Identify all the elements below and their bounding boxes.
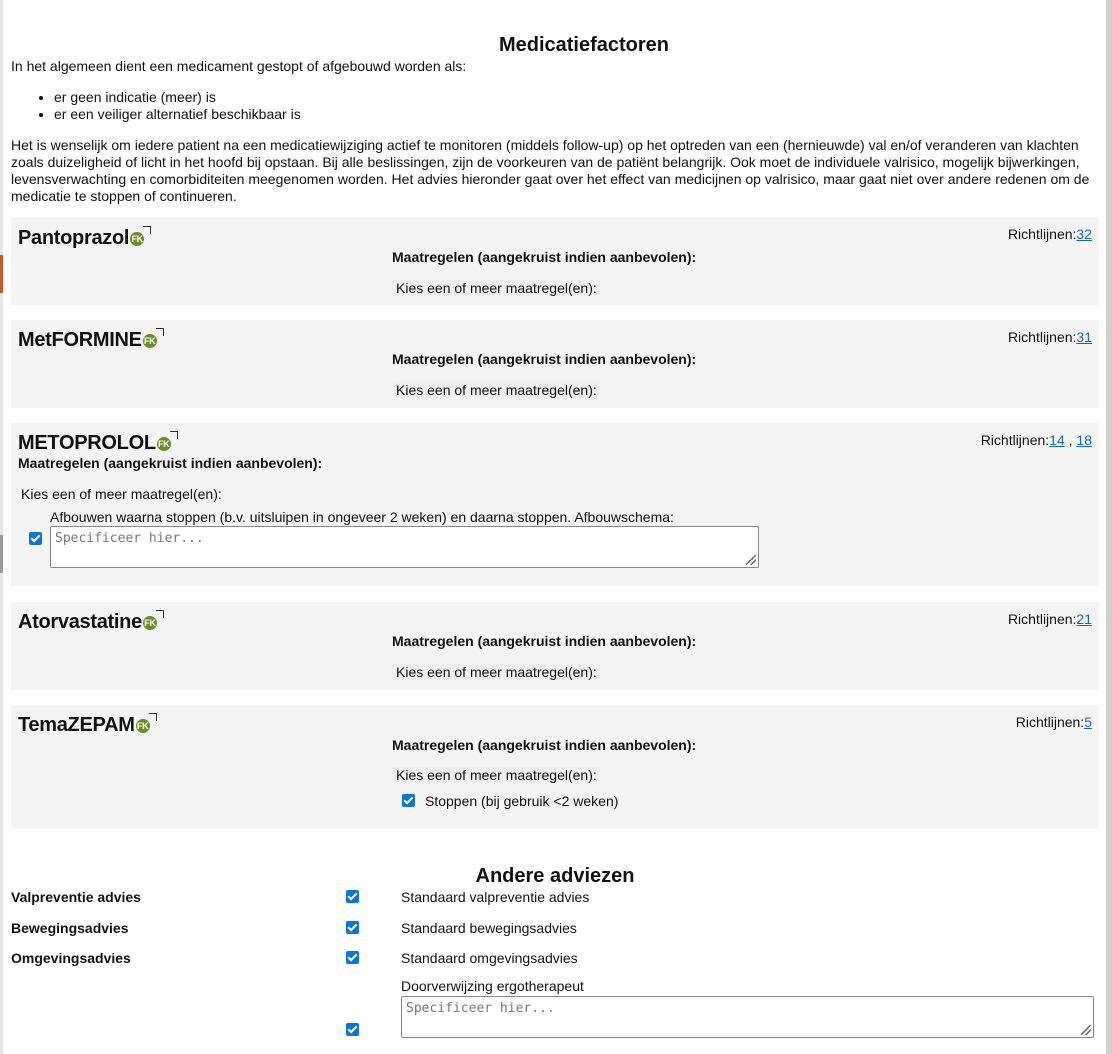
maatregelen-heading: Maatregelen (aangekruist indien aanbevol…	[392, 249, 697, 265]
medication-name: TemaZEPAM FK	[18, 712, 157, 737]
advice-label: Omgevingsadvies	[11, 950, 131, 966]
richtlijnen: Richtlijnen:31	[1007, 329, 1092, 345]
advice-value: Standaard valpreventie advies	[401, 889, 590, 905]
medication-name: MetFORMINE FK	[18, 327, 164, 352]
maatregelen-heading: Maatregelen (aangekruist indien aanbevol…	[392, 633, 697, 649]
richtlijnen: Richtlijnen:14 , 18	[980, 432, 1092, 448]
advice-checkbox[interactable]	[346, 921, 359, 934]
fk-info-icon[interactable]: FK	[135, 712, 157, 733]
section-title-other-advice: Andere adviezen	[475, 865, 635, 887]
maatregel-prompt: Kies een of meer maatregel(en):	[393, 280, 600, 296]
scrollbar[interactable]	[1106, 0, 1112, 1054]
medication-card-temazepam: TemaZEPAM FK Richtlijnen:5 Maatregelen (a…	[11, 705, 1099, 829]
resize-handle-icon[interactable]	[746, 555, 756, 565]
richtlijn-link[interactable]: 14	[1049, 432, 1065, 448]
edge-marker	[0, 535, 3, 573]
advice-value: Standaard bewegingsadvies	[401, 920, 577, 936]
medication-card-atorvastatine: Atorvastatine FK Richtlijnen:21 Maatregel…	[11, 602, 1099, 690]
maatregelen-heading: Maatregelen (aangekruist indien aanbevol…	[392, 351, 697, 367]
richtlijn-link[interactable]: 21	[1076, 611, 1092, 627]
maatregel-prompt: Kies een of meer maatregel(en):	[393, 382, 600, 398]
richtlijnen: Richtlijnen:5	[1015, 714, 1092, 730]
fk-info-icon[interactable]: FK	[142, 609, 164, 630]
advice-checkbox[interactable]	[346, 890, 359, 903]
advice-label: Valpreventie advies	[11, 889, 141, 905]
bullet-item: er geen indicatie (meer) is	[54, 89, 1099, 106]
richtlijnen: Richtlijnen:21	[1007, 611, 1092, 627]
maatregel-prompt: Kies een of meer maatregel(en):	[21, 486, 222, 502]
option-checkbox[interactable]	[402, 794, 415, 807]
richtlijn-link[interactable]: 5	[1084, 714, 1092, 730]
richtlijn-link[interactable]: 32	[1076, 226, 1092, 242]
resize-handle-icon[interactable]	[1081, 1025, 1091, 1035]
referral-textarea[interactable]: Specificeer hier...	[401, 996, 1094, 1038]
fk-info-icon[interactable]: FK	[142, 327, 164, 348]
medication-name: Pantoprazol FK	[18, 225, 152, 250]
afbouwschema-textarea[interactable]: Specificeer hier...	[50, 526, 759, 568]
advice-checkbox[interactable]	[346, 951, 359, 964]
advice-label: Bewegingsadvies	[11, 920, 129, 936]
edge-marker	[0, 255, 3, 293]
medication-card-metoprolol: METOPROLOL FK Richtlijnen:14 , 18 Maatreg…	[11, 423, 1099, 586]
richtlijnen: Richtlijnen:32	[1007, 226, 1092, 242]
advice-value: Standaard omgevingsadvies	[401, 950, 578, 966]
maatregel-prompt: Kies een of meer maatregel(en):	[393, 664, 600, 680]
medication-name: Atorvastatine FK	[18, 609, 164, 634]
fk-info-icon[interactable]: FK	[156, 430, 178, 451]
fk-info-icon[interactable]: FK	[130, 225, 152, 246]
medication-card-metformine: MetFORMINE FK Richtlijnen:31 Maatregelen …	[11, 320, 1099, 408]
maatregelen-heading: Maatregelen (aangekruist indien aanbevol…	[392, 737, 697, 753]
page-title: Medicatiefactoren	[498, 34, 670, 56]
medication-card-pantoprazol: Pantoprazol FK Richtlijnen:32 Maatregelen…	[11, 217, 1099, 305]
intro-text: In het algemeen dient een medicament ges…	[11, 58, 1099, 205]
richtlijn-link[interactable]: 31	[1076, 329, 1092, 345]
intro-lead: In het algemeen dient een medicament ges…	[11, 58, 467, 74]
option-checkbox[interactable]	[29, 532, 42, 545]
referral-checkbox[interactable]	[346, 1023, 359, 1036]
option-label: Afbouwen waarna stoppen (b.v. uitsluipen…	[50, 509, 674, 525]
richtlijn-link[interactable]: 18	[1076, 432, 1092, 448]
bullet-item: er een veiliger alternatief beschikbaar …	[54, 106, 1099, 123]
option-label: Stoppen (bij gebruik <2 weken)	[425, 793, 619, 809]
intro-bullets: er geen indicatie (meer) is er een veili…	[11, 89, 1099, 123]
referral-label: Doorverwijzing ergotherapeut	[401, 978, 584, 994]
left-window-edge	[0, 0, 3, 1054]
maatregel-prompt: Kies een of meer maatregel(en):	[393, 767, 600, 783]
intro-paragraph: Het is wenselijk om iedere patient na ee…	[11, 137, 1090, 204]
medication-name: METOPROLOL FK	[18, 430, 178, 455]
maatregelen-heading: Maatregelen (aangekruist indien aanbevol…	[18, 455, 323, 471]
